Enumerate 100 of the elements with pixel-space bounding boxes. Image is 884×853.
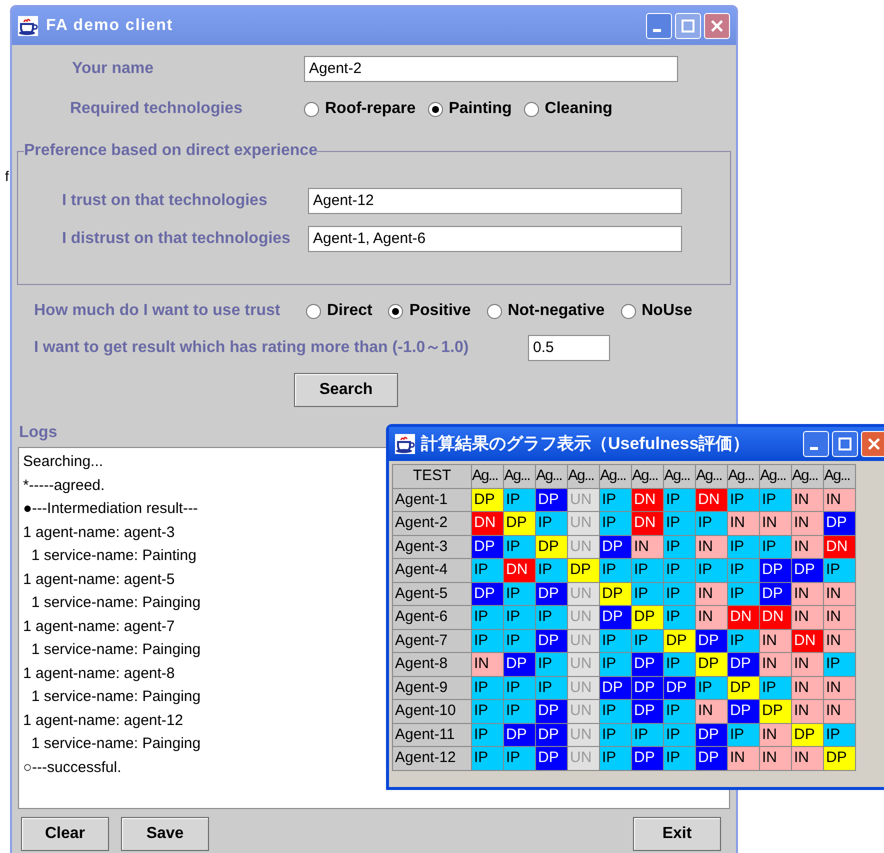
- column-header[interactable]: Ag...: [728, 464, 760, 488]
- row-header: Agent-5: [392, 582, 472, 606]
- action-button[interactable]: Save: [121, 817, 209, 851]
- maximize-button[interactable]: [832, 431, 858, 457]
- table-cell: IN: [696, 582, 728, 606]
- action-button[interactable]: Exit: [633, 817, 721, 851]
- table-cell: UN: [568, 746, 600, 770]
- table-cell: UN: [568, 676, 600, 700]
- radio-button[interactable]: [388, 304, 404, 318]
- column-header[interactable]: TEST: [392, 464, 472, 488]
- table-cell: DP: [472, 488, 504, 512]
- field-label: Required technologies: [70, 99, 244, 119]
- rating-field[interactable]: 0.5: [528, 335, 610, 361]
- table-cell: DP: [600, 582, 632, 606]
- close-icon: [710, 19, 724, 33]
- distrust-field[interactable]: Agent-1, Agent-6: [308, 226, 682, 252]
- table-cell: UN: [568, 606, 600, 629]
- table-cell: DP: [760, 700, 792, 723]
- table-cell: IN: [824, 676, 856, 700]
- table-cell: IN: [824, 582, 856, 606]
- column-header[interactable]: Ag...: [600, 464, 632, 488]
- radio-option[interactable]: Positive: [388, 299, 471, 323]
- close-button[interactable]: [861, 431, 884, 457]
- table-cell: DN: [632, 488, 664, 512]
- table-cell: DP: [824, 746, 856, 770]
- radio-option[interactable]: Direct: [306, 299, 372, 323]
- table-cell: UN: [568, 700, 600, 723]
- row-header: Agent-8: [392, 652, 472, 676]
- minimize-button[interactable]: [646, 13, 672, 39]
- maximize-button[interactable]: [675, 13, 701, 39]
- radio-option[interactable]: NoUse: [620, 299, 692, 323]
- search-button[interactable]: Search: [294, 373, 398, 407]
- trust-field[interactable]: Agent-12: [308, 188, 682, 214]
- column-header[interactable]: Ag...: [792, 464, 824, 488]
- radio-button[interactable]: [306, 304, 321, 318]
- radio-option[interactable]: Roof-repare: [304, 97, 416, 121]
- table-cell: IN: [696, 700, 728, 723]
- table-cell: DP: [696, 652, 728, 676]
- radio-option[interactable]: Not-negative: [486, 299, 605, 323]
- table-cell: DP: [504, 723, 536, 746]
- action-button[interactable]: Clear: [21, 817, 109, 851]
- table-cell: IN: [760, 746, 792, 770]
- table-cell: IP: [728, 488, 760, 512]
- radio-button[interactable]: [486, 304, 502, 318]
- column-header[interactable]: Ag...: [696, 464, 728, 488]
- table-cell: DN: [824, 535, 856, 558]
- table-cell: IP: [664, 488, 696, 512]
- table-cell: IN: [792, 606, 824, 629]
- table-cell: DP: [600, 676, 632, 700]
- minimize-button[interactable]: [803, 431, 829, 457]
- column-header[interactable]: Ag...: [568, 464, 600, 488]
- table-cell: IP: [472, 676, 504, 700]
- table-cell: IP: [536, 606, 568, 629]
- table-cell: DP: [472, 535, 504, 558]
- column-header[interactable]: Ag...: [472, 464, 504, 488]
- column-header[interactable]: Ag...: [504, 464, 536, 488]
- table-cell: IP: [504, 535, 536, 558]
- table-cell: UN: [568, 535, 600, 558]
- table-cell: IP: [504, 700, 536, 723]
- radio-button[interactable]: [304, 102, 319, 116]
- table-cell: DP: [504, 652, 536, 676]
- row-header: Agent-11: [392, 723, 472, 746]
- radio-button[interactable]: [620, 304, 636, 318]
- table-cell: IP: [600, 723, 632, 746]
- table-cell: IP: [728, 535, 760, 558]
- log-line: 1 agent-name: agent-7: [23, 616, 175, 636]
- table-cell: IP: [760, 676, 792, 700]
- radio-option[interactable]: Painting: [428, 97, 512, 121]
- table-cell: IN: [824, 488, 856, 512]
- app-icon: [395, 434, 415, 454]
- radio-button[interactable]: [524, 102, 539, 116]
- table-cell: DP: [536, 629, 568, 652]
- table-cell: IP: [632, 558, 664, 582]
- column-header[interactable]: Ag...: [632, 464, 664, 488]
- table-cell: IN: [824, 700, 856, 723]
- field-label: I want to get result which has rating more than (-1.0～1.0): [34, 338, 470, 358]
- column-header[interactable]: Ag...: [664, 464, 696, 488]
- table-cell: IP: [632, 629, 664, 652]
- close-button[interactable]: [704, 13, 730, 39]
- table-cell: DN: [792, 629, 824, 652]
- table-cell: IP: [472, 558, 504, 582]
- table-cell: DP: [728, 700, 760, 723]
- table-cell: DP: [728, 652, 760, 676]
- radio-button[interactable]: [428, 102, 443, 116]
- column-header[interactable]: Ag...: [536, 464, 568, 488]
- log-line: 1 service-name: Painging: [30, 640, 201, 660]
- maximize-icon: [681, 19, 695, 33]
- column-header[interactable]: Ag...: [760, 464, 792, 488]
- table-cell: DP: [536, 723, 568, 746]
- table-cell: IP: [664, 606, 696, 629]
- table-cell: IP: [632, 582, 664, 606]
- row-header: Agent-3: [392, 535, 472, 558]
- column-header[interactable]: Ag...: [824, 464, 856, 488]
- name-field[interactable]: Agent-2: [304, 56, 678, 82]
- table-cell: IN: [792, 582, 824, 606]
- field-label: I trust on that technologies: [62, 191, 268, 211]
- table-cell: IN: [792, 535, 824, 558]
- radio-option[interactable]: Cleaning: [524, 97, 612, 121]
- log-line: *-----agreed.: [23, 476, 105, 496]
- log-line: 1 service-name: Painging: [30, 734, 201, 754]
